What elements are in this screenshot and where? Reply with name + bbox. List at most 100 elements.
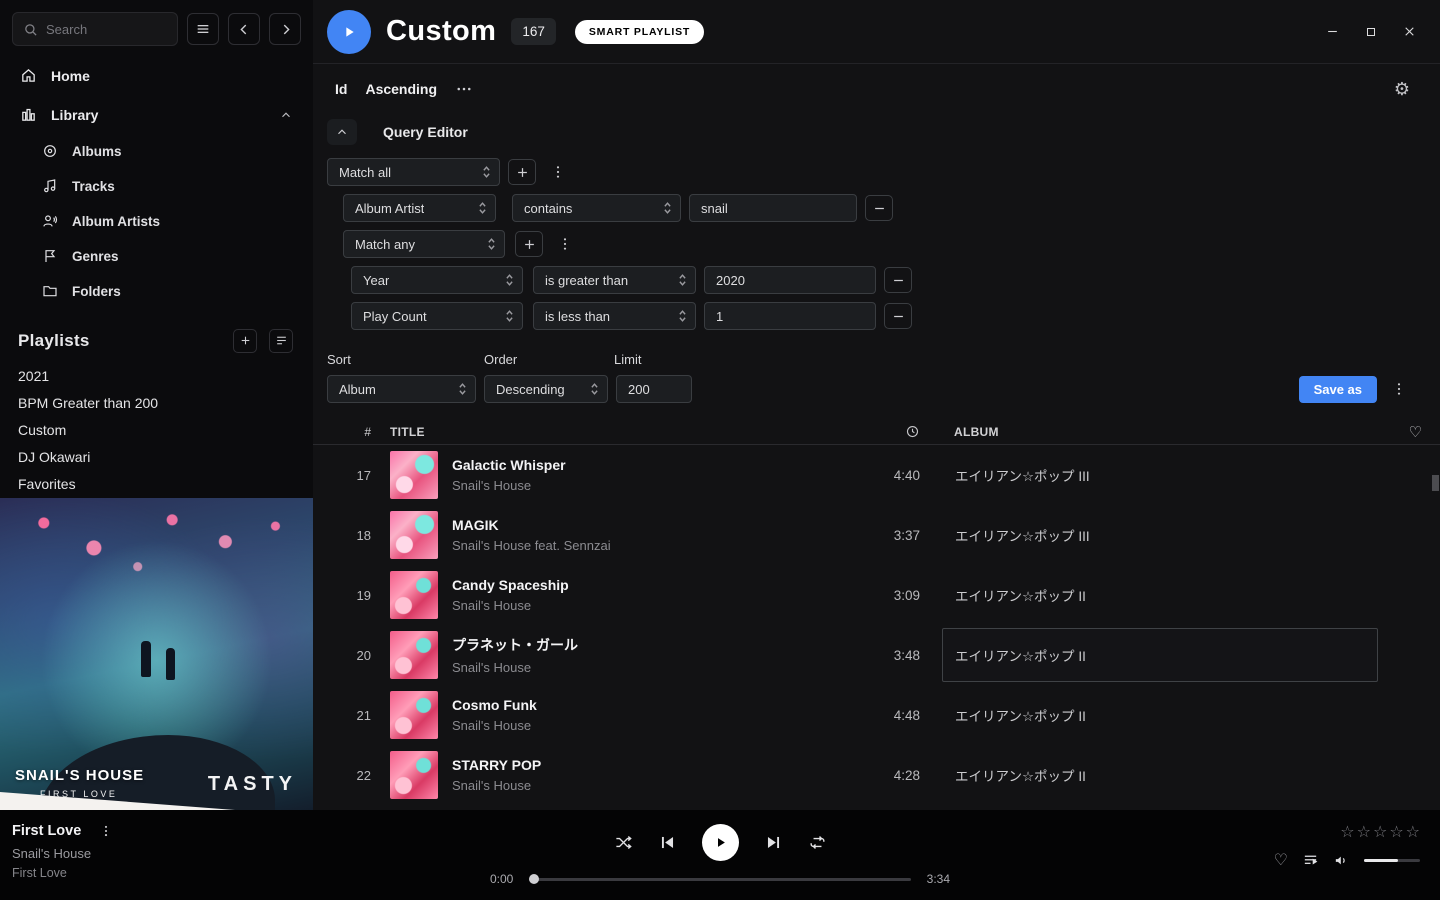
- sort-select[interactable]: Album: [327, 375, 476, 403]
- sidebar-item-genres[interactable]: Genres: [0, 239, 313, 274]
- back-button[interactable]: [228, 13, 260, 45]
- clock-icon: [905, 424, 920, 439]
- star-icon[interactable]: ☆: [1389, 822, 1403, 842]
- now-playing-artwork[interactable]: SNAIL'S HOUSE FIRST LOVE TASTY: [0, 498, 313, 810]
- playlists-heading: Playlists: [18, 331, 90, 351]
- volume-button[interactable]: [1333, 852, 1350, 869]
- scrollbar[interactable]: [1432, 445, 1440, 810]
- add-subrule-button[interactable]: [515, 231, 543, 257]
- track-album[interactable]: エイリアン☆ポップ II: [942, 748, 1378, 802]
- query-rule-row: Year is greater than: [351, 266, 1440, 294]
- playlist-item[interactable]: BPM Greater than 200: [0, 390, 313, 417]
- sidebar-item-album-artists[interactable]: Album Artists: [0, 204, 313, 239]
- artwork-artist-text: SNAIL'S HOUSE: [15, 767, 144, 784]
- sidebar-item-tracks[interactable]: Tracks: [0, 169, 313, 204]
- match-any-select[interactable]: Match any: [343, 230, 505, 258]
- more-options-button[interactable]: [455, 80, 473, 98]
- maximize-button[interactable]: [1365, 25, 1377, 38]
- forward-button[interactable]: [269, 13, 301, 45]
- add-playlist-button[interactable]: [233, 329, 257, 353]
- limit-input[interactable]: [616, 375, 692, 403]
- remove-rule-button[interactable]: [865, 195, 893, 221]
- seek-bar[interactable]: [529, 878, 910, 881]
- track-album-selected[interactable]: エイリアン☆ポップ II: [942, 628, 1378, 682]
- menu-button[interactable]: [187, 13, 219, 45]
- track-album[interactable]: エイリアン☆ポップ III: [942, 448, 1378, 502]
- column-title[interactable]: TITLE: [390, 425, 866, 439]
- volume-slider[interactable]: [1364, 859, 1420, 862]
- player-bar: First Love Snail's House First Love: [0, 810, 1440, 900]
- scrollbar-thumb[interactable]: [1432, 475, 1439, 491]
- next-button[interactable]: [764, 833, 783, 852]
- collapse-query-editor-button[interactable]: [327, 119, 357, 145]
- play-pause-button[interactable]: [702, 824, 739, 861]
- now-playing-album[interactable]: First Love: [12, 866, 312, 880]
- column-duration[interactable]: [866, 424, 920, 439]
- sidebar: Home Library Albums Tracks Album Artists: [0, 0, 313, 810]
- column-album[interactable]: ALBUM: [942, 425, 1378, 439]
- table-row[interactable]: 21 Cosmo Funk Snail's House 4:48 エイリアン☆ポ…: [313, 685, 1440, 745]
- sidebar-item-folders[interactable]: Folders: [0, 274, 313, 309]
- rule-field-select[interactable]: Play Count: [351, 302, 523, 330]
- minus-icon: [891, 273, 906, 288]
- remove-rule-button[interactable]: [884, 267, 912, 293]
- remove-rule-button[interactable]: [884, 303, 912, 329]
- table-row[interactable]: 22 STARRY POP Snail's House 4:28 エイリアン☆ポ…: [313, 745, 1440, 805]
- order-select[interactable]: Descending: [484, 375, 608, 403]
- track-album[interactable]: エイリアン☆ポップ II: [942, 688, 1378, 742]
- star-icon[interactable]: ☆: [1406, 822, 1420, 842]
- save-as-button[interactable]: Save as: [1299, 376, 1377, 403]
- favorite-button[interactable]: ♡: [1274, 850, 1288, 870]
- rule-group-menu-button[interactable]: [544, 164, 572, 180]
- table-row[interactable]: 19 Candy Spaceship Snail's House 3:09 エイ…: [313, 565, 1440, 625]
- subgroup-menu-button[interactable]: [551, 236, 579, 252]
- save-menu-button[interactable]: [1385, 381, 1413, 397]
- search-box[interactable]: [12, 12, 178, 46]
- sidebar-item-albums[interactable]: Albums: [0, 134, 313, 169]
- seek-handle[interactable]: [529, 874, 539, 884]
- rule-value-input[interactable]: [689, 194, 857, 222]
- close-button[interactable]: [1403, 25, 1416, 38]
- column-number[interactable]: #: [337, 425, 371, 439]
- repeat-button[interactable]: [808, 833, 827, 852]
- minimize-button[interactable]: [1326, 25, 1339, 38]
- star-icon[interactable]: ☆: [1373, 822, 1387, 842]
- column-favorite[interactable]: ♡: [1378, 423, 1422, 441]
- kebab-icon: [99, 824, 113, 838]
- rule-field-select[interactable]: Year: [351, 266, 523, 294]
- table-row[interactable]: 20 プラネット・ガール Snail's House 3:48 エイリアン☆ポッ…: [313, 625, 1440, 685]
- previous-button[interactable]: [658, 833, 677, 852]
- play-playlist-button[interactable]: [327, 10, 371, 54]
- rule-value-input[interactable]: [704, 266, 876, 294]
- rule-operator-select[interactable]: is less than: [533, 302, 696, 330]
- sort-order-label[interactable]: Ascending: [365, 81, 437, 97]
- rule-operator-select[interactable]: is greater than: [533, 266, 696, 294]
- match-all-select[interactable]: Match all: [327, 158, 500, 186]
- now-playing-artist[interactable]: Snail's House: [12, 846, 312, 861]
- table-row[interactable]: 18 MAGIK Snail's House feat. Sennzai 3:3…: [313, 505, 1440, 565]
- smart-playlist-badge: SMART PLAYLIST: [575, 20, 704, 44]
- sidebar-item-library[interactable]: Library: [0, 95, 313, 134]
- rule-value-input[interactable]: [704, 302, 876, 330]
- table-row[interactable]: 17 Galactic Whisper Snail's House 4:40 エ…: [313, 445, 1440, 505]
- minus-icon: [891, 309, 906, 324]
- track-album[interactable]: エイリアン☆ポップ II: [942, 568, 1378, 622]
- settings-button[interactable]: ⚙: [1394, 80, 1410, 98]
- sort-field-label[interactable]: Id: [335, 81, 347, 97]
- now-playing-menu-button[interactable]: [93, 824, 119, 838]
- queue-button[interactable]: [1302, 852, 1319, 869]
- playlist-item[interactable]: Custom: [0, 417, 313, 444]
- track-album[interactable]: エイリアン☆ポップ III: [942, 508, 1378, 562]
- add-rule-button[interactable]: [508, 159, 536, 185]
- rule-operator-select[interactable]: contains: [512, 194, 681, 222]
- search-input[interactable]: [46, 22, 167, 37]
- playlist-item[interactable]: Favorites: [0, 471, 313, 498]
- star-icon[interactable]: ☆: [1340, 822, 1354, 842]
- shuffle-button[interactable]: [614, 833, 633, 852]
- playlist-list-button[interactable]: [269, 329, 293, 353]
- sidebar-item-home[interactable]: Home: [0, 56, 313, 95]
- playlist-item[interactable]: 2021: [0, 363, 313, 390]
- star-icon[interactable]: ☆: [1357, 822, 1371, 842]
- playlist-item[interactable]: DJ Okawari: [0, 444, 313, 471]
- rule-field-select[interactable]: Album Artist: [343, 194, 496, 222]
